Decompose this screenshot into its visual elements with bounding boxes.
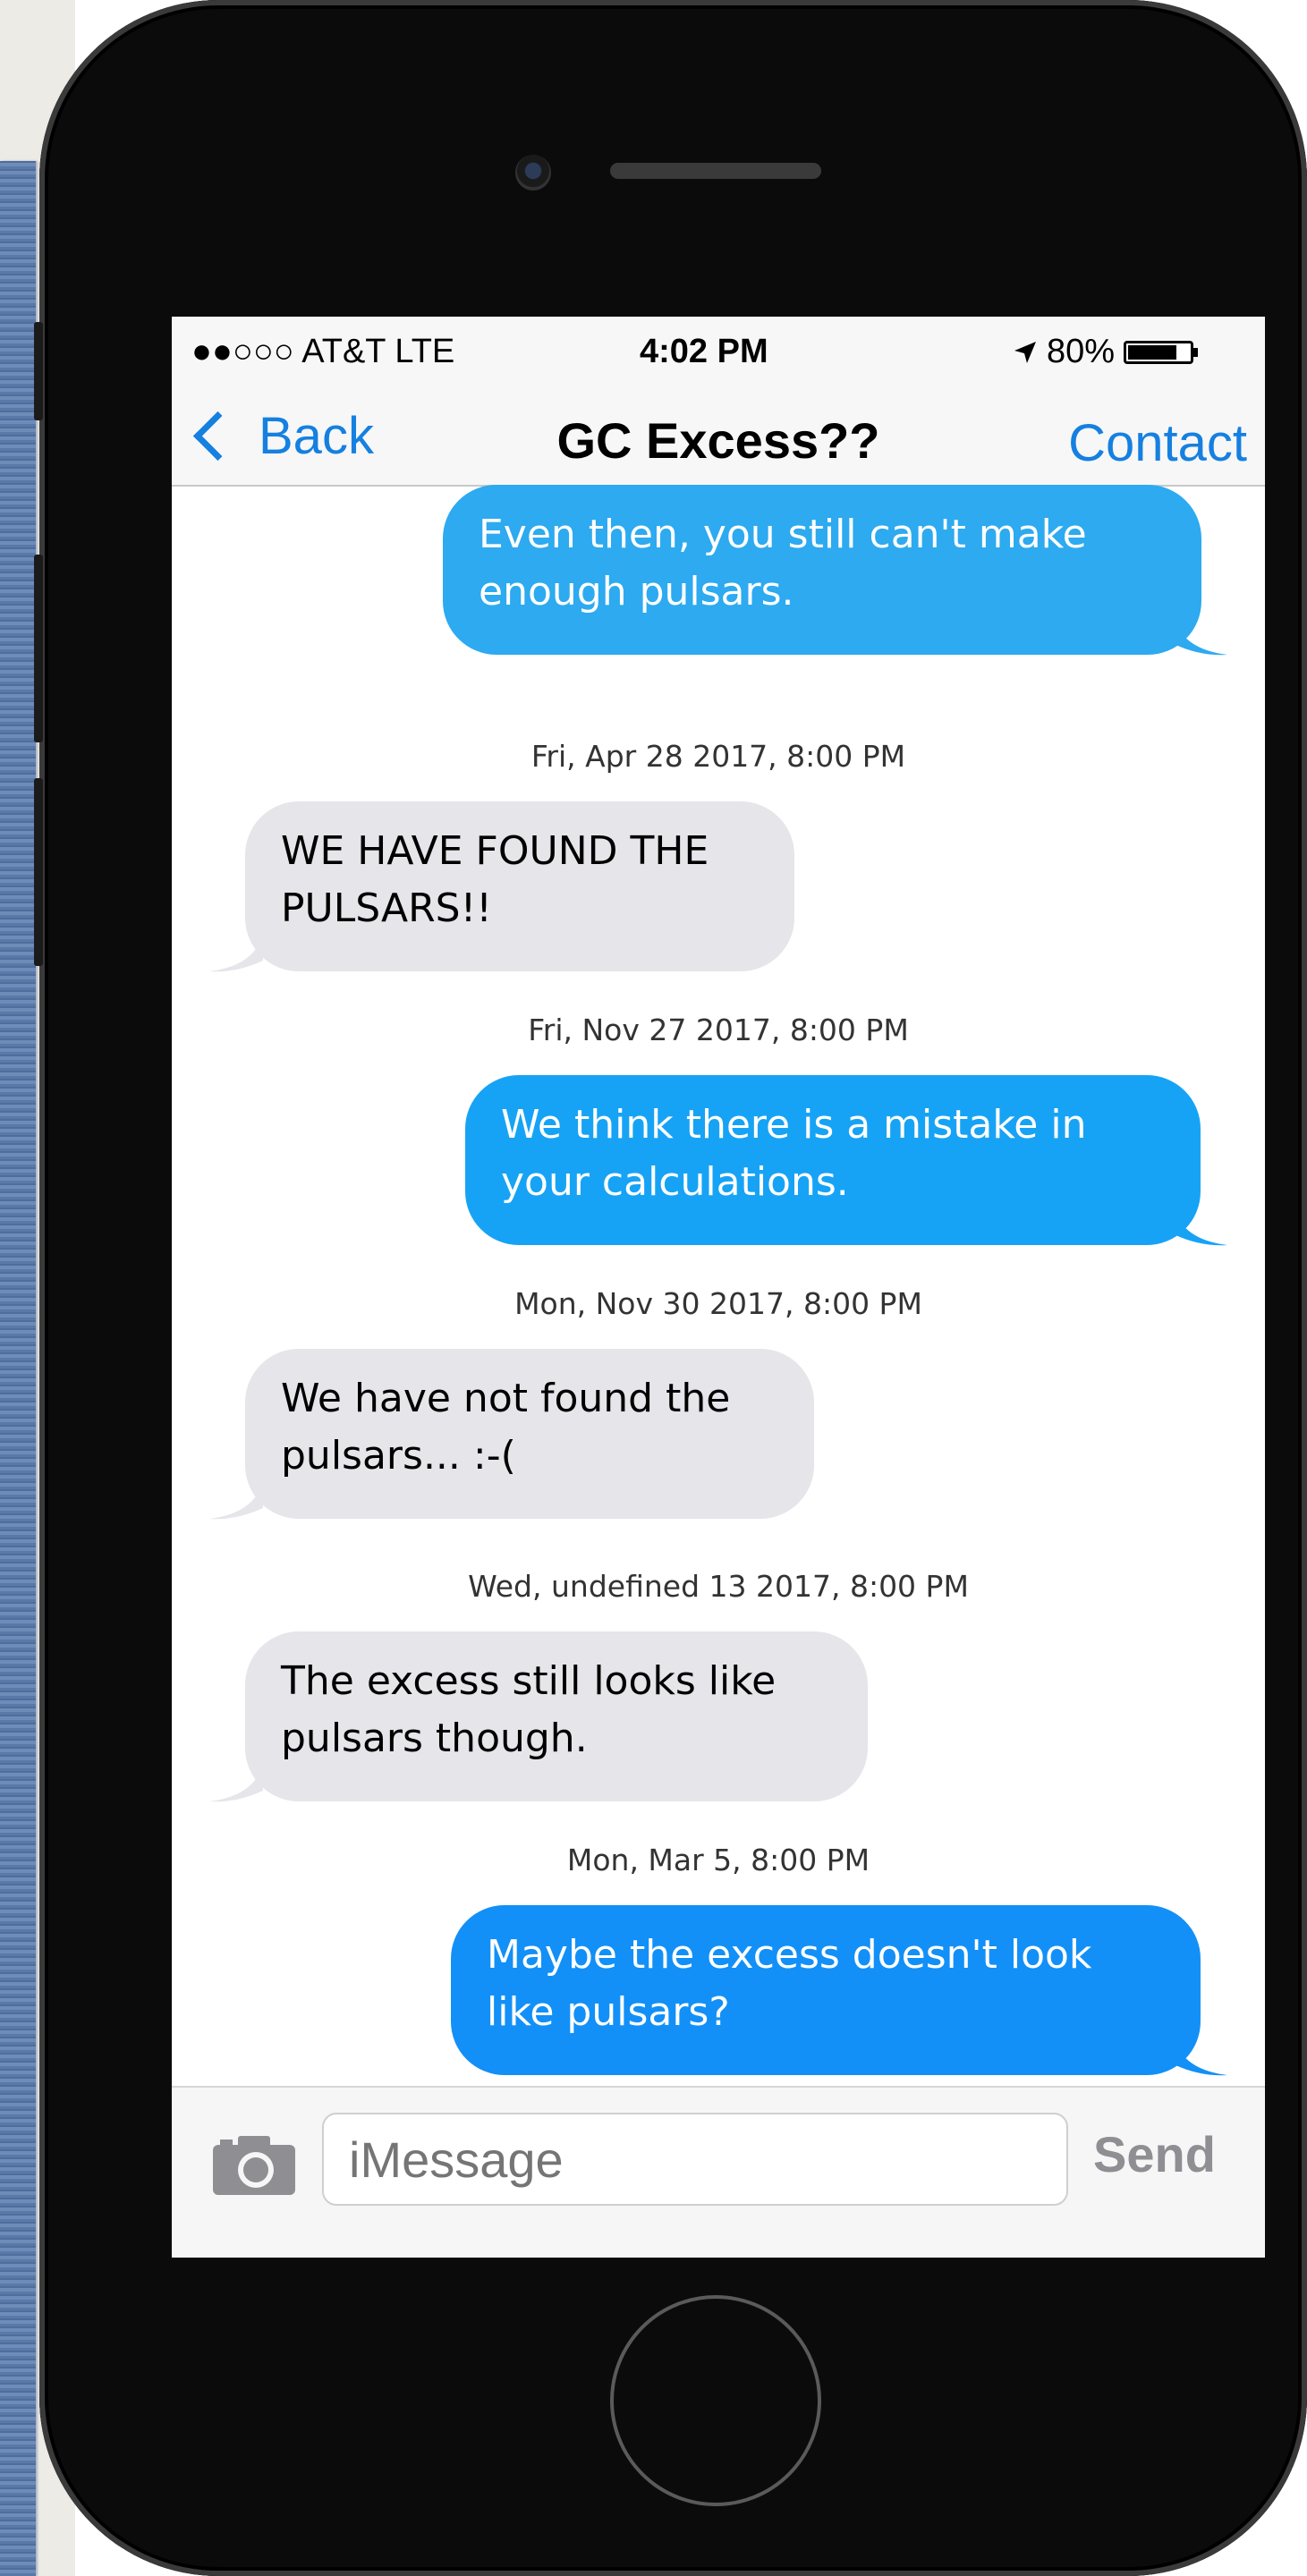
timestamp: Mon, Nov 30 2017, 8:00 PM: [514, 1286, 922, 1321]
message-bubble-received[interactable]: WE HAVE FOUND THE PULSARS!!: [245, 801, 794, 971]
front-camera-icon: [515, 155, 551, 191]
timestamp: Fri, Nov 27 2017, 8:00 PM: [528, 1013, 909, 1047]
battery-tip: [1193, 347, 1199, 357]
timestamp: Fri, Apr 28 2017, 8:00 PM: [530, 739, 906, 774]
carrier-label: ●●○○○ AT&T LTE: [191, 333, 455, 370]
message-bubble-received[interactable]: We have not found the pulsars... :-(: [245, 1349, 814, 1519]
camera-icon[interactable]: [211, 2134, 297, 2197]
earpiece-speaker: [610, 163, 821, 179]
location-arrow-icon: [1014, 341, 1036, 363]
message-bubble-received[interactable]: The excess still looks like pulsars thou…: [245, 1631, 868, 1801]
battery-fill: [1128, 344, 1177, 360]
message-bubble-sent[interactable]: Even then, you still can't make enough p…: [443, 485, 1201, 655]
screen: ●●○○○ AT&T LTE 4:02 PM 80% Back GC Exces…: [172, 317, 1265, 2258]
message-text: WE HAVE FOUND THE PULSARS!!: [281, 828, 709, 931]
navigation-bar: Back GC Excess?? Contact: [172, 385, 1265, 487]
message-bubble-sent[interactable]: Maybe the excess doesn't look like pulsa…: [451, 1905, 1201, 2075]
contact-button[interactable]: Contact: [1068, 413, 1247, 473]
timestamp: Mon, Mar 5, 8:00 PM: [566, 1843, 870, 1877]
bubble-tail-received: [209, 1481, 263, 1520]
compose-bar: Send: [172, 2086, 1265, 2258]
message-text: The excess still looks like pulsars thou…: [281, 1658, 777, 1761]
message-list[interactable]: Even then, you still can't make enough p…: [172, 485, 1265, 2076]
message-bubble-sent[interactable]: We think there is a mistake in your calc…: [465, 1075, 1201, 1245]
message-text: We think there is a mistake in your calc…: [501, 1102, 1087, 1205]
bubble-tail-received: [209, 1764, 263, 1802]
volume-up-button: [34, 555, 43, 742]
message-input[interactable]: [322, 2113, 1068, 2206]
background-texture: [0, 161, 36, 2576]
status-time: 4:02 PM: [640, 333, 768, 370]
volume-down-button: [34, 778, 43, 966]
mute-switch: [34, 322, 43, 420]
home-button[interactable]: [610, 2295, 821, 2506]
message-text: We have not found the pulsars... :-(: [281, 1376, 731, 1479]
battery-icon: [1124, 340, 1194, 364]
bubble-tail-sent: [1174, 617, 1227, 656]
bubble-tail-sent: [1174, 2038, 1227, 2076]
status-bar: ●●○○○ AT&T LTE 4:02 PM 80%: [172, 317, 1265, 385]
battery-percent: 80%: [1047, 333, 1116, 370]
phone-frame: ●●○○○ AT&T LTE 4:02 PM 80% Back GC Exces…: [34, 0, 1307, 2576]
timestamp: Wed, undefined 13 2017, 8:00 PM: [468, 1569, 969, 1604]
message-text: Maybe the excess doesn't look like pulsa…: [487, 1932, 1092, 2035]
bubble-tail-received: [209, 934, 263, 972]
send-button[interactable]: Send: [1093, 2125, 1216, 2183]
status-right: 80%: [1013, 333, 1199, 371]
message-text: Even then, you still can't make enough p…: [479, 512, 1087, 614]
bubble-tail-sent: [1174, 1208, 1227, 1246]
